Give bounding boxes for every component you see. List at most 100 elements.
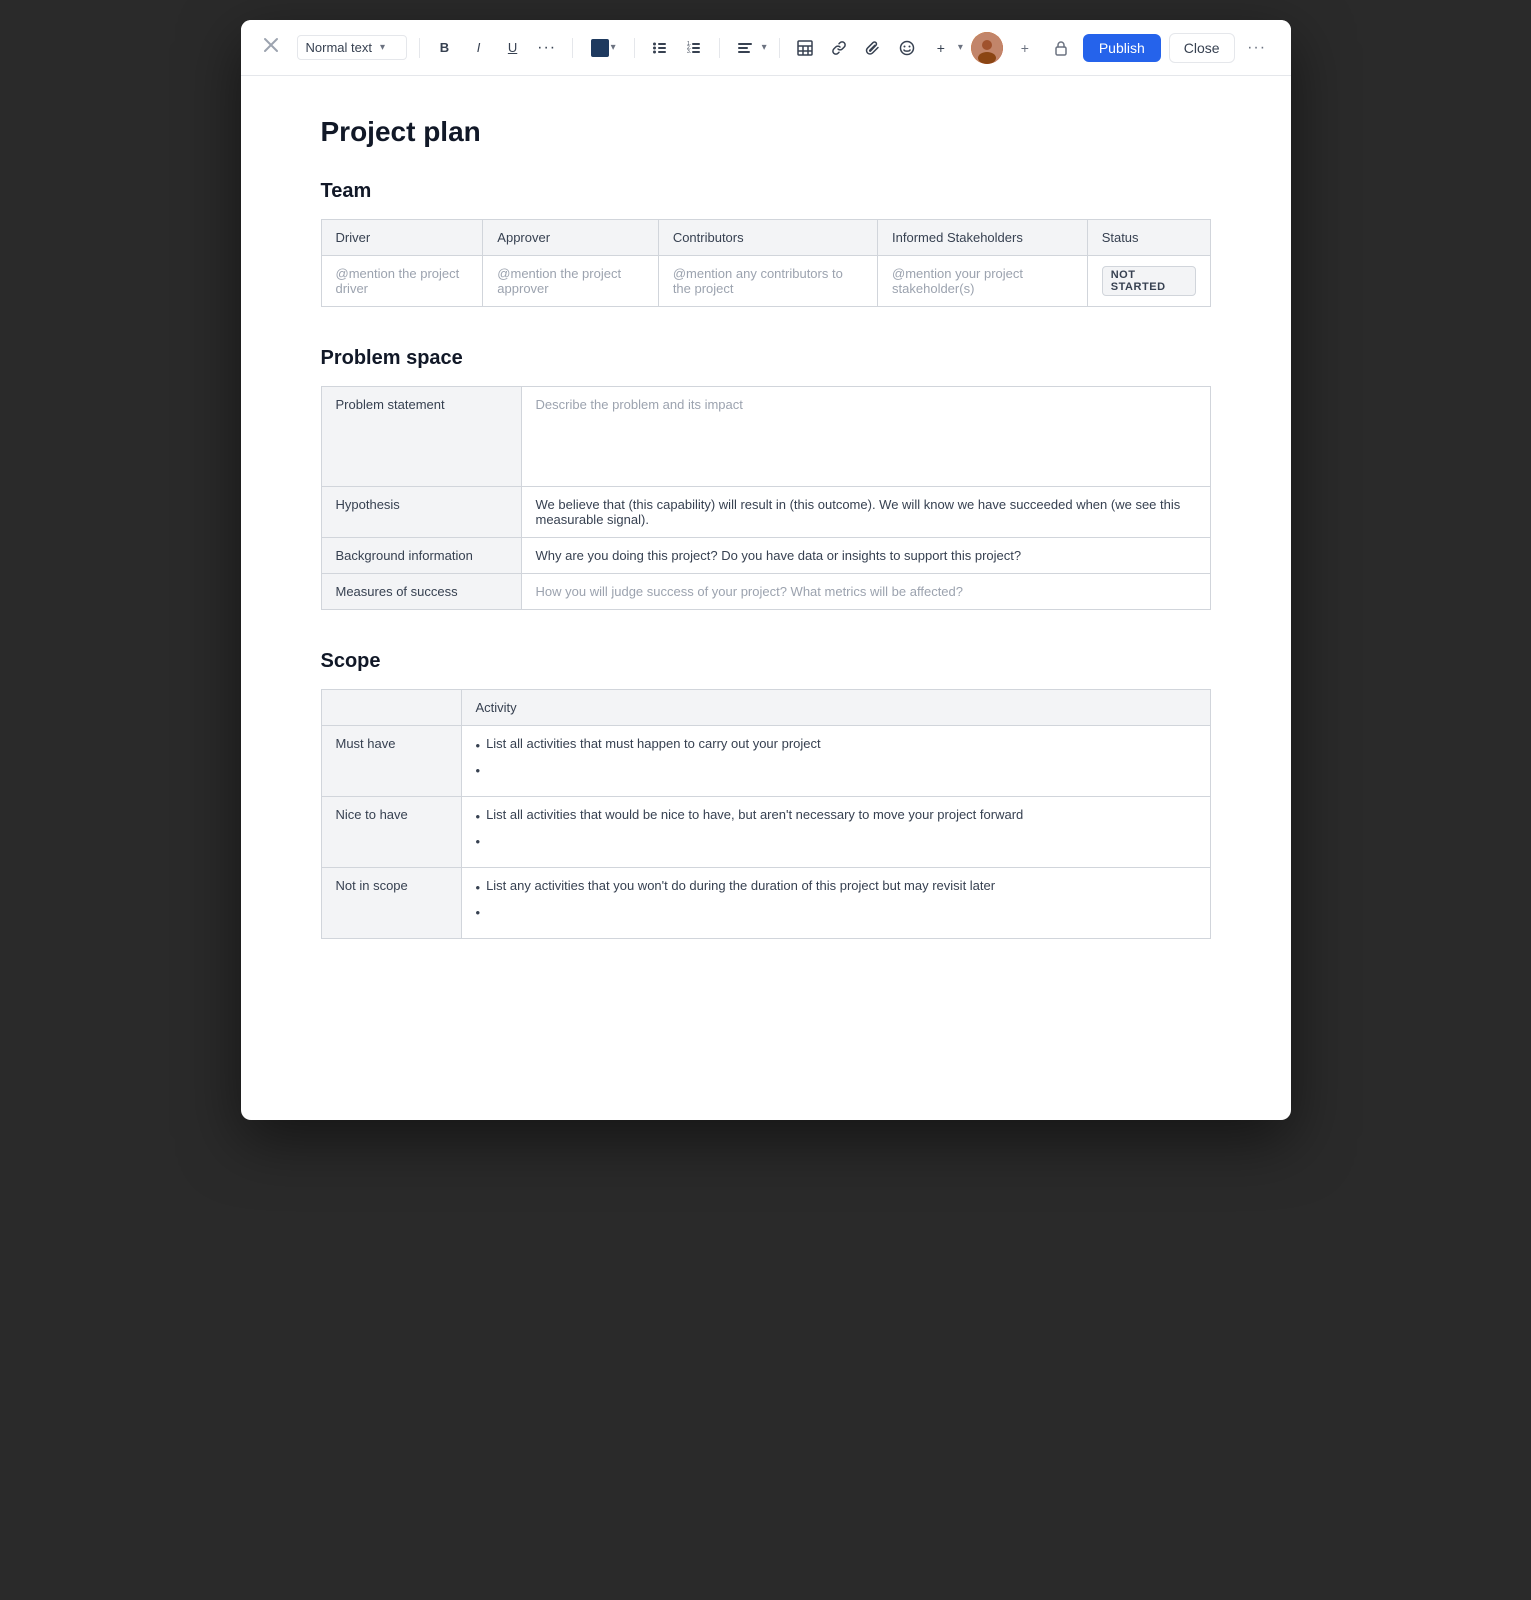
nice-to-have-label: Nice to have <box>321 797 461 868</box>
driver-cell[interactable]: @mention the project driver <box>321 256 483 307</box>
document-content: Project plan Team Driver Approver Contri… <box>241 76 1291 1039</box>
bullet-item-empty: • <box>476 903 1196 920</box>
must-have-label: Must have <box>321 726 461 797</box>
team-col-approver: Approver <box>483 220 659 256</box>
problem-statement-cell[interactable]: Describe the problem and its impact <box>521 387 1210 487</box>
scope-section: Scope Activity Must have • List all <box>321 650 1211 939</box>
hypothesis-label: Hypothesis <box>321 487 521 538</box>
chevron-down-icon: ▾ <box>380 42 385 53</box>
team-col-driver: Driver <box>321 220 483 256</box>
toolbar: Normal text ▾ B I U ··· ▾ 1. <box>241 20 1291 76</box>
color-picker-button[interactable]: ▾ <box>585 35 622 61</box>
more-text-button[interactable]: ··· <box>534 34 560 62</box>
numbered-list-button[interactable]: 1. 2. 3. <box>681 34 707 62</box>
page-title: Project plan <box>321 116 1211 148</box>
text-style-label: Normal text <box>306 40 372 55</box>
not-in-scope-cell[interactable]: • List any activities that you won't do … <box>461 868 1210 939</box>
must-have-text: List all activities that must happen to … <box>486 736 821 751</box>
color-swatch <box>591 39 609 57</box>
problem-section: Problem space Problem statement Describe… <box>321 347 1211 610</box>
svg-text:3.: 3. <box>687 49 691 55</box>
lock-button[interactable] <box>1047 34 1075 62</box>
scope-col-activity: Activity <box>461 690 1210 726</box>
close-button[interactable]: Close <box>1169 33 1235 63</box>
table-button[interactable] <box>792 34 818 62</box>
bullet-item: • List all activities that must happen t… <box>476 736 1196 753</box>
bold-button[interactable]: B <box>431 34 457 62</box>
bullet-item-empty: • <box>476 761 1196 778</box>
scope-col-empty <box>321 690 461 726</box>
table-row: Background information Why are you doing… <box>321 538 1210 574</box>
toolbar-divider-2 <box>572 38 573 58</box>
nice-to-have-text: List all activities that would be nice t… <box>486 807 1023 822</box>
toolbar-divider-1 <box>419 38 420 58</box>
user-avatar <box>971 32 1003 64</box>
bullet-dot: • <box>476 809 481 824</box>
bullet-dot: • <box>476 834 481 849</box>
background-cell[interactable]: Why are you doing this project? Do you h… <box>521 538 1210 574</box>
team-col-informed: Informed Stakeholders <box>878 220 1088 256</box>
not-in-scope-text: List any activities that you won't do du… <box>486 878 995 893</box>
underline-button[interactable]: U <box>500 34 526 62</box>
italic-button[interactable]: I <box>465 34 491 62</box>
toolbar-right: + Publish Close ··· <box>971 32 1271 64</box>
attachment-button[interactable] <box>860 34 886 62</box>
contributors-cell[interactable]: @mention any contributors to the project <box>658 256 877 307</box>
emoji-button[interactable] <box>894 34 920 62</box>
background-text: Why are you doing this project? Do you h… <box>536 548 1022 563</box>
table-row: Not in scope • List any activities that … <box>321 868 1210 939</box>
team-col-status: Status <box>1087 220 1210 256</box>
team-section: Team Driver Approver Contributors Inform… <box>321 180 1211 307</box>
measures-placeholder: How you will judge success of your proje… <box>536 584 964 599</box>
bullet-list-button[interactable] <box>647 34 673 62</box>
background-label: Background information <box>321 538 521 574</box>
toolbar-divider-5 <box>779 38 780 58</box>
scope-heading: Scope <box>321 650 1211 673</box>
table-row: Measures of success How you will judge s… <box>321 574 1210 610</box>
problem-statement-placeholder: Describe the problem and its impact <box>536 397 743 412</box>
problem-heading: Problem space <box>321 347 1211 370</box>
bullet-item-empty: • <box>476 832 1196 849</box>
bullet-dot: • <box>476 738 481 753</box>
problem-table: Problem statement Describe the problem a… <box>321 386 1211 610</box>
bullet-item: • List any activities that you won't do … <box>476 878 1196 895</box>
publish-button[interactable]: Publish <box>1083 34 1161 62</box>
align-chevron-icon: ▾ <box>762 42 767 53</box>
bullet-dot: • <box>476 763 481 778</box>
add-button[interactable]: + <box>928 34 954 62</box>
table-row: @mention the project driver @mention the… <box>321 256 1210 307</box>
team-table: Driver Approver Contributors Informed St… <box>321 219 1211 307</box>
color-chevron-icon: ▾ <box>611 42 616 53</box>
not-in-scope-label: Not in scope <box>321 868 461 939</box>
measures-label: Measures of success <box>321 574 521 610</box>
text-style-selector[interactable]: Normal text ▾ <box>297 35 407 60</box>
problem-statement-label: Problem statement <box>321 387 521 487</box>
more-options-button[interactable]: ··· <box>1243 34 1271 62</box>
table-row: Problem statement Describe the problem a… <box>321 387 1210 487</box>
measures-cell[interactable]: How you will judge success of your proje… <box>521 574 1210 610</box>
align-button[interactable] <box>732 34 758 62</box>
informed-cell[interactable]: @mention your project stakeholder(s) <box>878 256 1088 307</box>
hypothesis-text: We believe that (this capability) will r… <box>536 497 1181 527</box>
table-row: Hypothesis We believe that (this capabil… <box>321 487 1210 538</box>
avatar <box>971 32 1003 64</box>
team-heading: Team <box>321 180 1211 203</box>
hypothesis-cell[interactable]: We believe that (this capability) will r… <box>521 487 1210 538</box>
table-row: Must have • List all activities that mus… <box>321 726 1210 797</box>
must-have-cell[interactable]: • List all activities that must happen t… <box>461 726 1210 797</box>
status-badge: NOT STARTED <box>1102 266 1196 296</box>
status-cell[interactable]: NOT STARTED <box>1087 256 1210 307</box>
toolbar-divider-4 <box>719 38 720 58</box>
team-col-contributors: Contributors <box>658 220 877 256</box>
table-row: Nice to have • List all activities that … <box>321 797 1210 868</box>
add-chevron-icon: ▾ <box>958 42 963 53</box>
bullet-item: • List all activities that would be nice… <box>476 807 1196 824</box>
app-logo <box>261 35 281 60</box>
bullet-dot: • <box>476 880 481 895</box>
toolbar-divider-3 <box>634 38 635 58</box>
nice-to-have-cell[interactable]: • List all activities that would be nice… <box>461 797 1210 868</box>
editor-window: Normal text ▾ B I U ··· ▾ 1. <box>241 20 1291 1120</box>
approver-cell[interactable]: @mention the project approver <box>483 256 659 307</box>
link-button[interactable] <box>826 34 852 62</box>
add-collaborator-button[interactable]: + <box>1011 34 1039 62</box>
